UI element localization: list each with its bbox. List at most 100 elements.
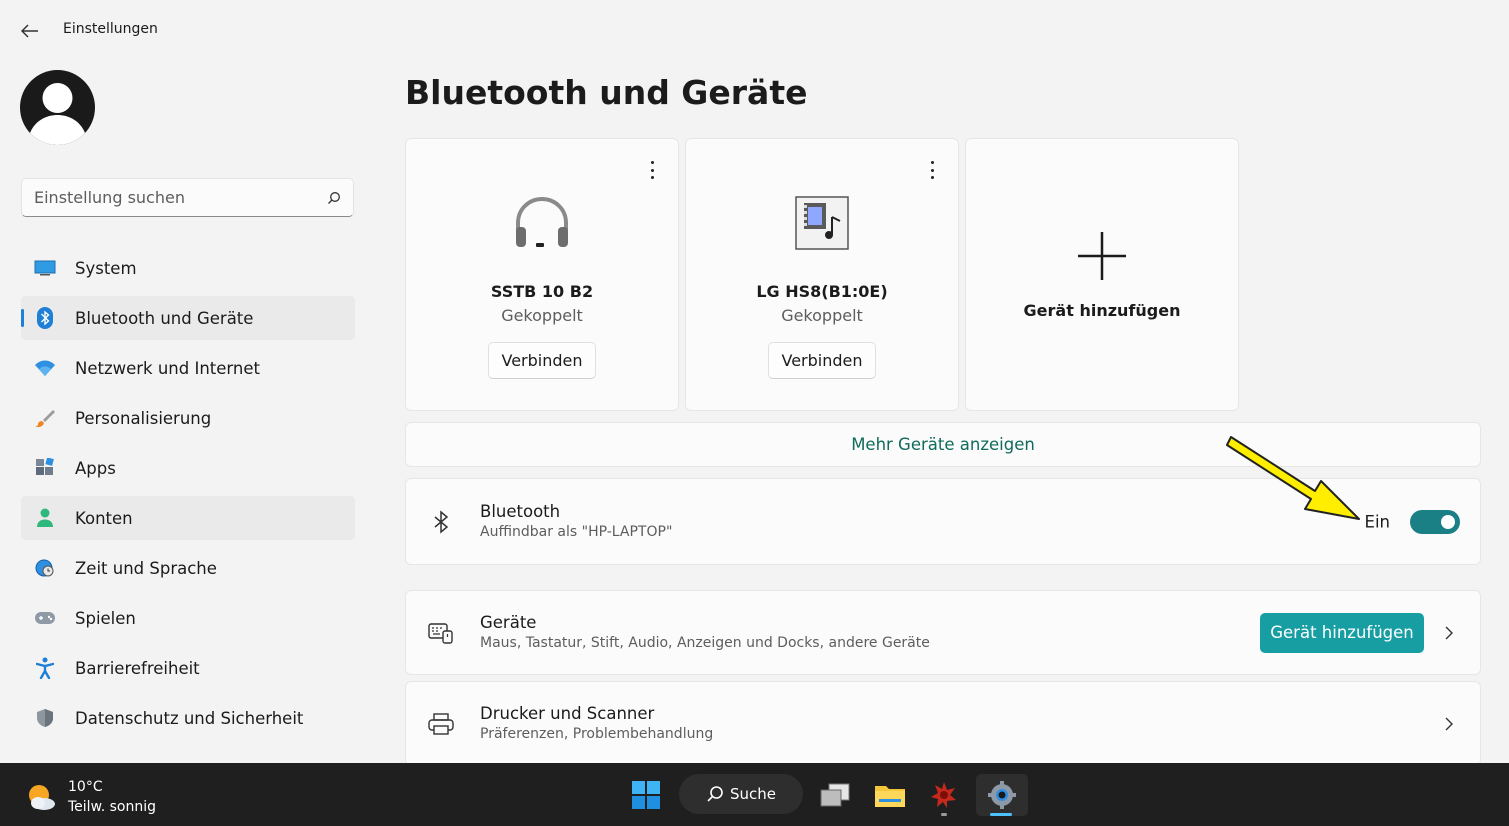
active-indicator xyxy=(21,309,24,327)
sidebar-item-privacy[interactable]: Datenschutz und Sicherheit xyxy=(21,696,355,740)
sidebar-item-label: Konten xyxy=(75,508,133,528)
printer-icon xyxy=(428,711,454,737)
sidebar-item-label: System xyxy=(75,258,137,278)
devices-title: Geräte xyxy=(480,612,537,632)
sidebar-item-label: Datenschutz und Sicherheit xyxy=(75,708,304,728)
connect-button[interactable]: Verbinden xyxy=(768,342,876,379)
settings-taskbar-button[interactable] xyxy=(976,774,1028,816)
bluetooth-icon xyxy=(33,306,57,330)
sidebar-item-network[interactable]: Netzwerk und Internet xyxy=(21,346,355,390)
devices-text: Geräte Maus, Tastatur, Stift, Audio, Anz… xyxy=(480,613,930,653)
headset-icon xyxy=(510,191,574,255)
search-input[interactable] xyxy=(34,188,327,207)
back-button[interactable] xyxy=(18,20,42,42)
media-device-icon xyxy=(790,191,854,255)
sidebar-item-label: Barrierefreiheit xyxy=(75,658,200,678)
device-card-media[interactable]: LG HS8(B1:0E) Gekoppelt Verbinden xyxy=(685,138,959,411)
running-app-indicator xyxy=(941,813,947,816)
title-bar: Einstellungen xyxy=(0,0,1509,60)
partly-sunny-icon xyxy=(29,785,55,810)
sidebar-item-bluetooth[interactable]: Bluetooth und Geräte xyxy=(21,296,355,340)
back-arrow-icon xyxy=(21,24,38,38)
app-title: Einstellungen xyxy=(63,21,158,37)
sidebar-item-label: Apps xyxy=(75,458,116,478)
device-status: Gekoppelt xyxy=(781,306,863,325)
bluetooth-toggle[interactable] xyxy=(1410,509,1460,534)
sidebar-item-personalization[interactable]: Personalisierung xyxy=(21,396,355,440)
weather-text: 10°C Teilw. sonnig xyxy=(68,777,156,817)
sidebar-item-label: Bluetooth und Geräte xyxy=(75,308,254,328)
active-app-indicator xyxy=(990,813,1012,816)
devices-subtitle: Maus, Tastatur, Stift, Audio, Anzeigen u… xyxy=(480,634,930,651)
avatar[interactable] xyxy=(20,70,95,145)
device-status: Gekoppelt xyxy=(501,306,583,325)
devices-row[interactable]: Geräte Maus, Tastatur, Stift, Audio, Anz… xyxy=(405,590,1481,675)
red-app-icon xyxy=(931,782,956,808)
chevron-right-icon xyxy=(1445,717,1453,730)
person-icon xyxy=(33,506,57,530)
weather-widget[interactable]: 10°C Teilw. sonnig xyxy=(26,777,156,817)
accessibility-icon xyxy=(33,656,57,680)
app-taskbar-button[interactable] xyxy=(922,774,966,816)
sidebar-item-label: Netzwerk und Internet xyxy=(75,358,261,378)
wifi-icon xyxy=(33,356,57,380)
folder-icon xyxy=(875,786,905,807)
device-name: LG HS8(B1:0E) xyxy=(756,282,888,301)
globe-clock-icon xyxy=(33,556,57,580)
sidebar-item-label: Zeit und Sprache xyxy=(75,558,217,578)
sidebar-item-gaming[interactable]: Spielen xyxy=(21,596,355,640)
device-name: SSTB 10 B2 xyxy=(490,282,594,301)
bluetooth-state-label: Ein xyxy=(1364,512,1390,531)
taskbar: 10°C Teilw. sonnig Suche xyxy=(0,763,1509,826)
printers-subtitle: Präferenzen, Problembehandlung xyxy=(480,725,714,742)
bluetooth-icon xyxy=(428,509,454,535)
add-device-button[interactable]: Gerät hinzufügen xyxy=(1260,612,1424,653)
sidebar-item-system[interactable]: System xyxy=(21,246,355,290)
more-options-button[interactable] xyxy=(644,159,660,181)
taskbar-search-button[interactable]: Suche xyxy=(679,774,803,814)
bluetooth-title: Bluetooth xyxy=(480,501,561,521)
weather-condition: Teilw. sonnig xyxy=(68,799,157,815)
apps-icon xyxy=(33,456,57,480)
bluetooth-text: Bluetooth Auffindbar als "HP-LAPTOP" xyxy=(480,502,672,542)
start-button[interactable] xyxy=(624,774,668,816)
task-view-button[interactable] xyxy=(813,774,857,816)
search-icon xyxy=(328,191,340,204)
sidebar-item-label: Spielen xyxy=(75,608,136,628)
add-device-card[interactable]: Gerät hinzufügen xyxy=(965,138,1239,411)
bluetooth-subtitle: Auffindbar als "HP-LAPTOP" xyxy=(480,523,673,540)
search-icon xyxy=(707,786,723,802)
add-device-label: Gerät hinzufügen xyxy=(1023,301,1181,320)
keyboard-devices-icon xyxy=(428,620,454,646)
page-title: Bluetooth und Geräte xyxy=(405,73,808,112)
sidebar-item-accounts[interactable]: Konten xyxy=(21,496,355,540)
task-view-icon xyxy=(820,783,850,807)
sidebar-item-label: Personalisierung xyxy=(75,408,212,428)
sidebar-item-accessibility[interactable]: Barrierefreiheit xyxy=(21,646,355,690)
monitor-icon xyxy=(33,256,57,280)
brush-icon xyxy=(33,406,57,430)
user-icon xyxy=(29,83,86,145)
gamepad-icon xyxy=(33,606,57,630)
shield-icon xyxy=(33,706,57,730)
printers-row[interactable]: Drucker und Scanner Präferenzen, Problem… xyxy=(405,681,1481,766)
connect-button[interactable]: Verbinden xyxy=(488,342,596,379)
device-card-headset[interactable]: SSTB 10 B2 Gekoppelt Verbinden xyxy=(405,138,679,411)
file-explorer-button[interactable] xyxy=(868,774,912,816)
gear-icon xyxy=(988,781,1016,809)
chevron-right-icon xyxy=(1445,626,1453,639)
more-devices-label: Mehr Geräte anzeigen xyxy=(851,435,1035,454)
printers-title: Drucker und Scanner xyxy=(480,703,655,723)
more-options-button[interactable] xyxy=(924,159,940,181)
weather-temperature: 10°C xyxy=(68,779,103,795)
plus-icon xyxy=(1078,232,1126,280)
sidebar-item-time-language[interactable]: Zeit und Sprache xyxy=(21,546,355,590)
taskbar-search-label: Suche xyxy=(729,785,776,803)
sidebar-item-apps[interactable]: Apps xyxy=(21,446,355,490)
annotation-arrow-icon xyxy=(1226,436,1360,520)
printers-text: Drucker und Scanner Präferenzen, Problem… xyxy=(480,704,713,744)
toggle-knob xyxy=(1441,514,1455,529)
sidebar-nav: System Bluetooth und Geräte Netzwerk und… xyxy=(21,246,355,746)
settings-search[interactable] xyxy=(21,178,354,217)
windows-logo-icon xyxy=(632,781,660,809)
